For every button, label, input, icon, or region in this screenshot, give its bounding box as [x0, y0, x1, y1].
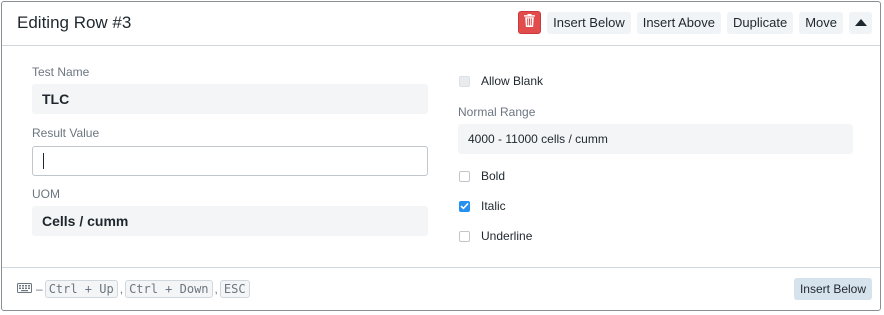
underline-label: Underline [481, 229, 533, 243]
text-caret [43, 153, 44, 169]
shortcut-esc: ESC [219, 280, 250, 298]
panel-footer: – Ctrl + Up , Ctrl + Down , ESC Insert B… [2, 267, 880, 310]
test-name-label: Test Name [32, 65, 90, 79]
footer-insert-below-button[interactable]: Insert Below [793, 278, 872, 300]
panel-header: Editing Row #3 Insert Below Insert Above… [2, 2, 880, 46]
edit-row-panel: Editing Row #3 Insert Below Insert Above… [1, 1, 881, 311]
allow-blank-checkbox[interactable] [459, 75, 470, 87]
uom-label: UOM [32, 187, 60, 201]
normal-range-label: Normal Range [458, 105, 536, 119]
row-actions: Insert Below Insert Above Duplicate Move [512, 11, 872, 34]
keyboard-icon [17, 282, 32, 296]
underline-checkbox-row[interactable]: Underline [459, 229, 532, 243]
test-name-value: TLC [32, 84, 428, 114]
italic-checkbox[interactable] [459, 200, 470, 212]
check-icon [460, 202, 469, 210]
caret-up-icon [854, 19, 867, 26]
trash-icon [524, 12, 536, 34]
shortcut-dash: – [36, 282, 43, 296]
panel-title: Editing Row #3 [17, 13, 132, 32]
underline-checkbox[interactable] [459, 230, 470, 242]
keyboard-shortcuts: – Ctrl + Up , Ctrl + Down , ESC [17, 280, 250, 298]
delete-row-button[interactable] [518, 11, 542, 34]
result-value-input[interactable] [32, 146, 428, 176]
allow-blank-label: Allow Blank [481, 74, 544, 88]
insert-above-button[interactable]: Insert Above [636, 11, 721, 34]
italic-label: Italic [481, 199, 506, 213]
move-button[interactable]: Move [799, 11, 843, 34]
shortcut-ctrl-up: Ctrl + Up [44, 280, 118, 298]
allow-blank-checkbox-row[interactable]: Allow Blank [459, 74, 543, 88]
shortcut-separator: , [214, 282, 218, 296]
bold-checkbox[interactable] [459, 170, 470, 182]
shortcut-ctrl-down: Ctrl + Down [125, 280, 213, 298]
italic-checkbox-row[interactable]: Italic [459, 199, 506, 213]
duplicate-button[interactable]: Duplicate [727, 11, 794, 34]
bold-checkbox-row[interactable]: Bold [459, 169, 505, 183]
uom-value: Cells / cumm [32, 206, 428, 236]
shortcut-separator: , [119, 282, 124, 296]
normal-range-value: 4000 - 11000 cells / cumm [458, 124, 853, 154]
collapse-button[interactable] [849, 11, 872, 34]
insert-below-button[interactable]: Insert Below [547, 11, 631, 34]
result-value-label: Result Value [32, 126, 100, 140]
bold-label: Bold [481, 169, 506, 183]
